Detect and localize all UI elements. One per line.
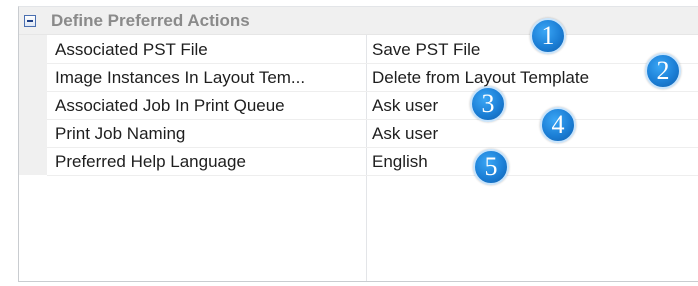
property-name: Preferred Help Language: [55, 152, 246, 171]
callout-badge-5: 5: [473, 149, 509, 185]
property-grid: Define Preferred Actions Associated PST …: [18, 6, 698, 282]
property-value[interactable]: Ask user: [372, 95, 438, 116]
property-value[interactable]: Delete from Layout Template: [372, 67, 589, 88]
property-row-preferred-help-language[interactable]: Preferred Help Language English: [47, 147, 698, 176]
callout-badge-3: 3: [470, 86, 506, 122]
property-row-associated-job-in-print-queue[interactable]: Associated Job In Print Queue Ask user: [47, 91, 698, 120]
callout-badge-2: 2: [645, 53, 681, 89]
category-header-define-preferred-actions[interactable]: Define Preferred Actions: [19, 7, 698, 35]
property-row-image-instances[interactable]: Image Instances In Layout Tem... Delete …: [47, 63, 698, 92]
property-row-print-job-naming[interactable]: Print Job Naming Ask user: [47, 119, 698, 148]
empty-gutter: [19, 175, 47, 281]
row-gutter: [19, 35, 47, 175]
property-value[interactable]: Save PST File: [372, 39, 480, 60]
property-value[interactable]: Ask user: [372, 123, 438, 144]
property-name: Associated Job In Print Queue: [55, 96, 285, 115]
property-name: Print Job Naming: [55, 124, 186, 143]
property-value[interactable]: English: [372, 151, 428, 172]
property-name: Associated PST File: [55, 40, 208, 59]
callout-badge-4: 4: [540, 107, 576, 143]
category-label: Define Preferred Actions: [51, 11, 250, 30]
property-name: Image Instances In Layout Tem...: [55, 68, 306, 87]
callout-badge-1: 1: [530, 18, 566, 54]
property-row-associated-pst-file[interactable]: Associated PST File Save PST File: [47, 35, 698, 64]
minus-collapse-icon[interactable]: [24, 15, 36, 27]
